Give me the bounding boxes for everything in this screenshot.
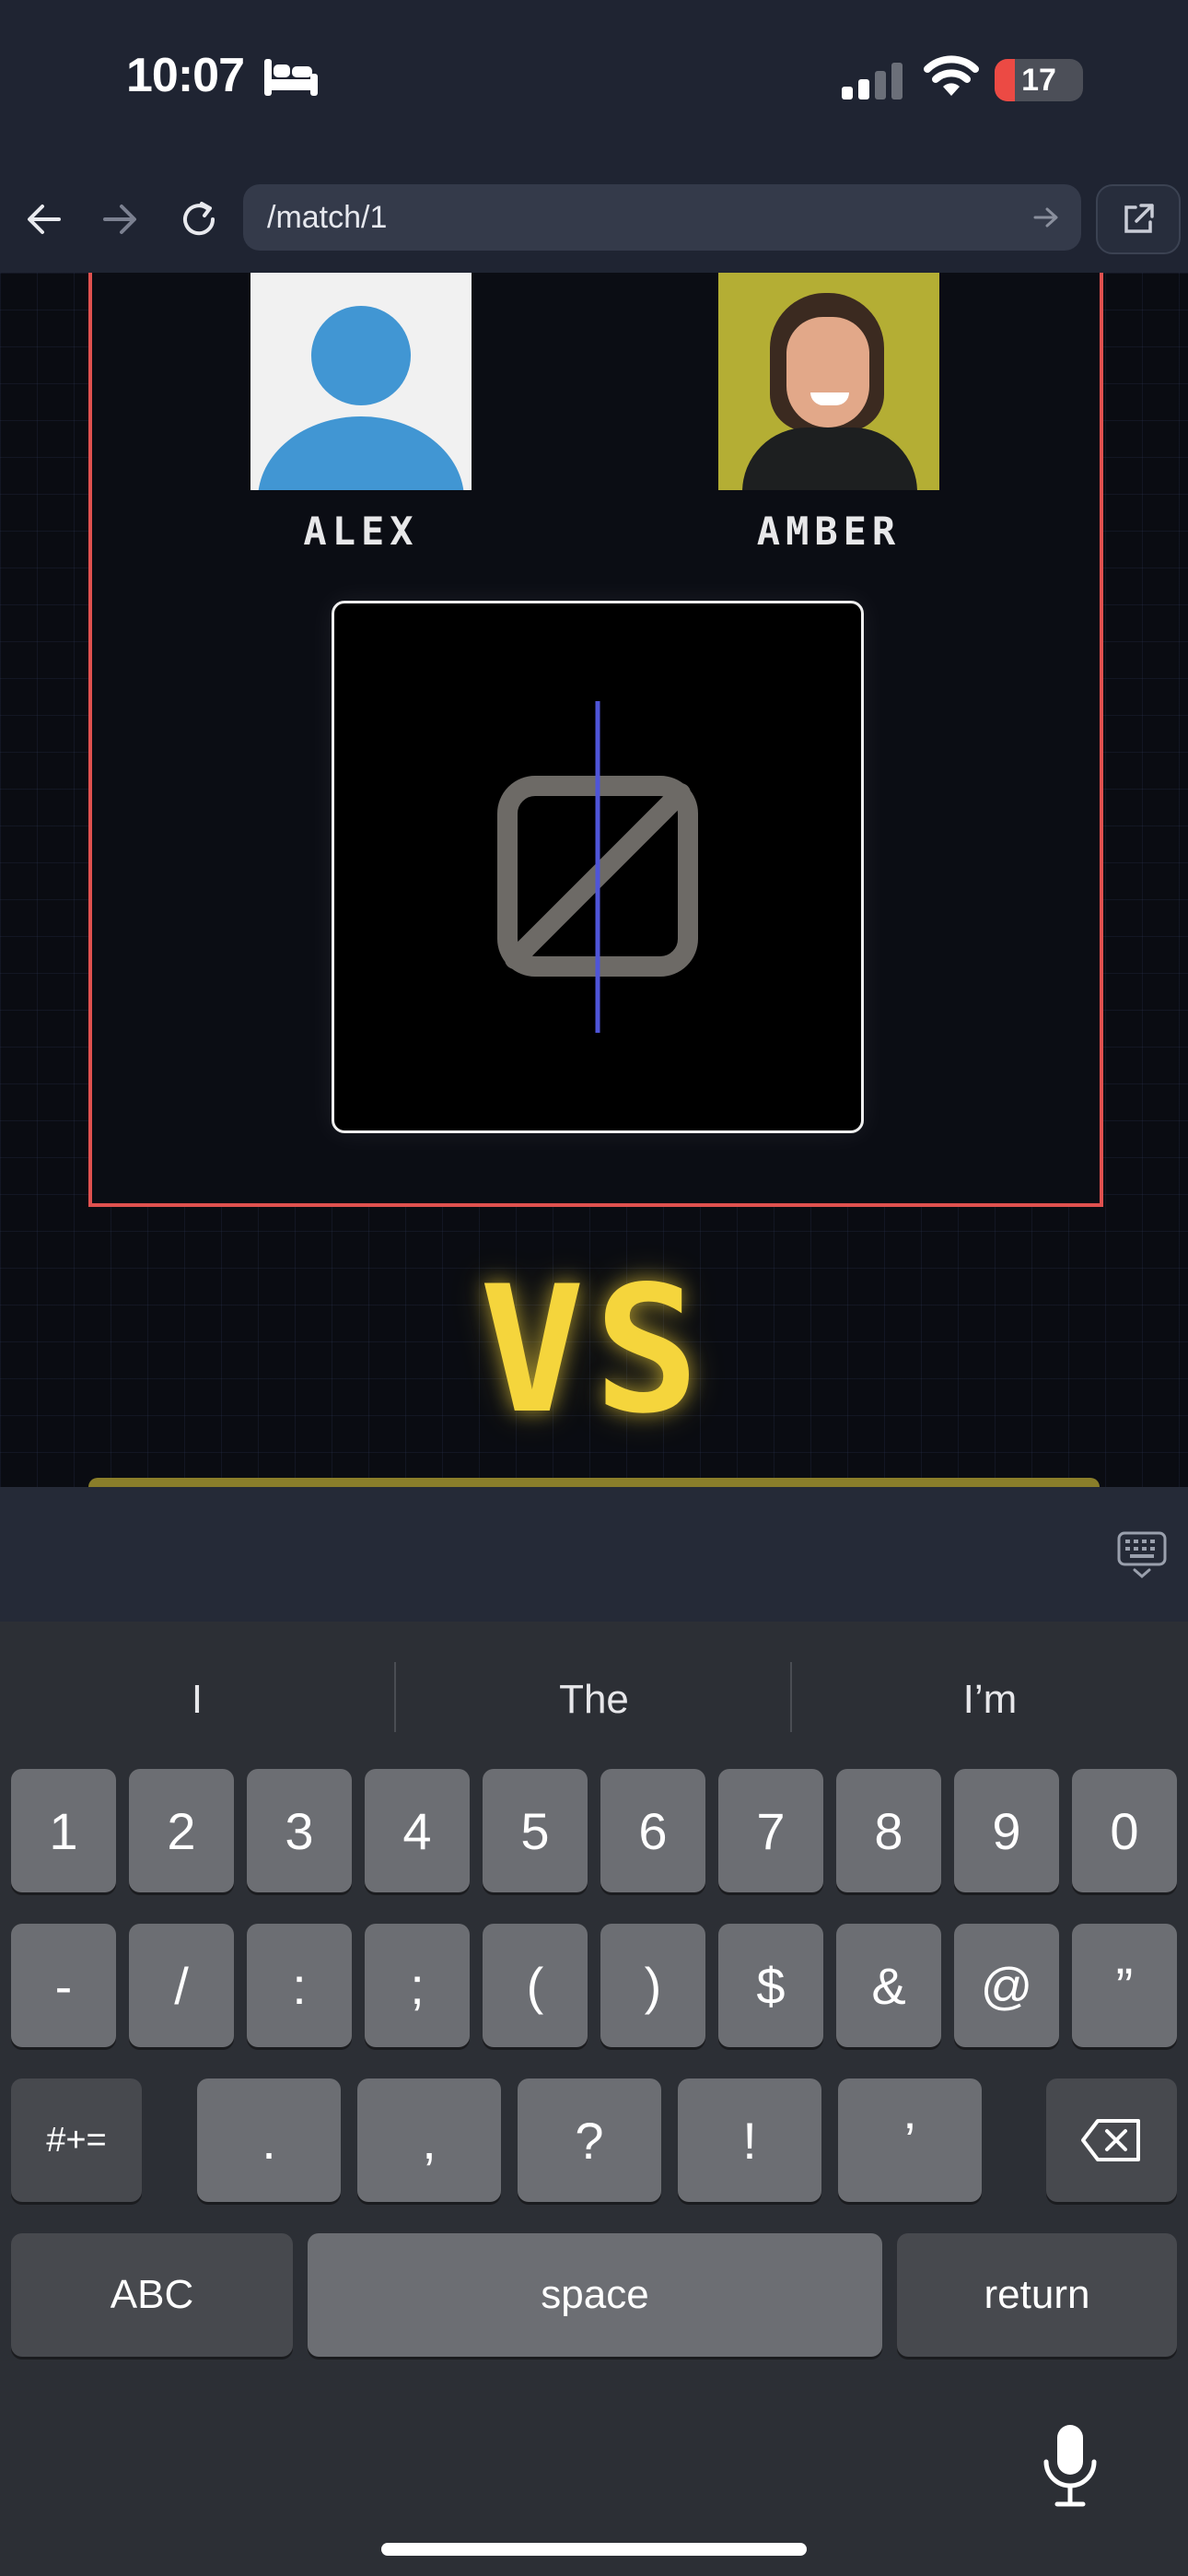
url-go-icon[interactable] [1031,203,1061,232]
key-abc[interactable]: ABC [11,2233,293,2357]
keyboard-dismiss-icon[interactable] [1116,1529,1168,1581]
key-close-paren[interactable]: ) [600,1924,705,2047]
cellular-signal-icon [842,63,903,100]
key-dollar[interactable]: $ [718,1924,823,2047]
player-left: ALEX [250,273,472,554]
suggestion-3[interactable]: I’m [793,1677,1187,1723]
key-open-paren[interactable]: ( [483,1924,588,2047]
open-external-icon [1124,204,1154,233]
key-question[interactable]: ? [518,2078,661,2202]
next-match-card [88,1478,1100,1487]
key-5[interactable]: 5 [483,1769,588,1892]
key-colon[interactable]: : [247,1924,352,2047]
key-1[interactable]: 1 [11,1769,116,1892]
video-off-icon [497,701,698,1033]
key-space[interactable]: space [308,2233,882,2357]
forward-arrow-icon [103,205,136,234]
wifi-icon [924,55,979,96]
key-slash[interactable]: / [129,1924,234,2047]
key-6[interactable]: 6 [600,1769,705,1892]
key-apostrophe[interactable]: ’ [838,2078,982,2202]
delete-key[interactable] [1046,2078,1177,2202]
vs-label: VS [479,1248,709,1452]
key-at[interactable]: @ [954,1924,1059,2047]
status-bar: 10:07 17 [0,0,1188,166]
forward-button[interactable] [92,192,147,247]
key-quote[interactable]: ” [1072,1924,1177,2047]
suggestion-2[interactable]: The [397,1677,791,1723]
home-indicator[interactable] [381,2543,807,2556]
key-4[interactable]: 4 [365,1769,470,1892]
key-ampersand[interactable]: & [836,1924,941,2047]
back-arrow-icon [28,205,61,234]
player-right-photo [718,273,939,490]
key-2[interactable]: 2 [129,1769,234,1892]
keyboard-accessory-bar [0,1487,1188,1622]
battery-icon: 17 [995,59,1083,101]
battery-level: 17 [1021,63,1056,98]
keyboard: I The I’m 1 2 3 4 5 6 7 8 9 0 - / : ; ( … [0,1622,1188,2576]
key-return[interactable]: return [897,2233,1177,2357]
player-right: AMBER [718,273,939,554]
key-9[interactable]: 9 [954,1769,1059,1892]
reload-icon [183,202,215,236]
key-comma[interactable]: , [357,2078,501,2202]
key-7[interactable]: 7 [718,1769,823,1892]
match-page: ALEX AMBER VS [0,273,1188,1487]
sleep-focus-icon [264,59,318,96]
backspace-icon [1081,2119,1140,2161]
status-time: 10:07 [126,49,245,102]
open-external-button[interactable] [1096,184,1181,254]
key-symbols-toggle[interactable]: #+= [11,2078,142,2202]
back-button[interactable] [17,192,72,247]
video-preview[interactable] [332,601,864,1133]
url-bar[interactable]: /match/1 [243,184,1081,251]
reload-button[interactable] [171,192,227,247]
suggestion-1[interactable]: I [0,1677,394,1723]
default-avatar [250,273,472,490]
key-hyphen[interactable]: - [11,1924,116,2047]
url-text: /match/1 [267,200,388,235]
player-right-name: AMBER [756,509,902,554]
key-period[interactable]: . [197,2078,341,2202]
key-0[interactable]: 0 [1072,1769,1177,1892]
microphone-icon[interactable] [1041,2423,1100,2508]
key-3[interactable]: 3 [247,1769,352,1892]
key-semicolon[interactable]: ; [365,1924,470,2047]
match-card: ALEX AMBER [88,273,1103,1207]
key-8[interactable]: 8 [836,1769,941,1892]
key-exclamation[interactable]: ! [678,2078,821,2202]
player-left-name: ALEX [303,509,419,554]
